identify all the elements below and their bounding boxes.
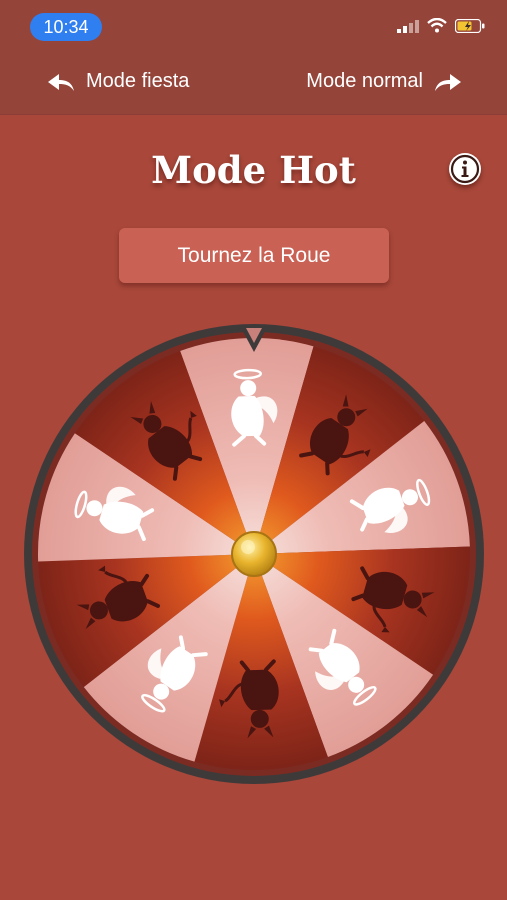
mode-fiesta-label: Mode fiesta (86, 70, 190, 92)
status-bar: 10:34 (0, 0, 507, 52)
page-title: Mode Hot (151, 148, 356, 192)
battery-charging-icon (455, 18, 485, 33)
info-button[interactable] (449, 153, 481, 185)
wheel-hub-shine (241, 540, 255, 554)
signal-icon (397, 19, 419, 33)
spin-wheel-button[interactable]: Tournez la Roue (119, 228, 389, 283)
mode-normal-label: Mode normal (306, 70, 423, 92)
mode-normal-button[interactable]: Mode normal (306, 70, 463, 93)
status-time: 10:34 (30, 13, 102, 41)
navigation-bar: Mode fiesta Mode normal (0, 52, 507, 115)
prize-wheel[interactable] (22, 322, 486, 786)
back-arrow-icon (48, 73, 74, 91)
status-icons (397, 18, 485, 33)
info-icon (450, 154, 480, 184)
wifi-icon (427, 18, 447, 33)
wheel-hub-icon (231, 531, 277, 577)
mode-fiesta-button[interactable]: Mode fiesta (46, 70, 189, 93)
forward-arrow-icon (435, 73, 461, 91)
